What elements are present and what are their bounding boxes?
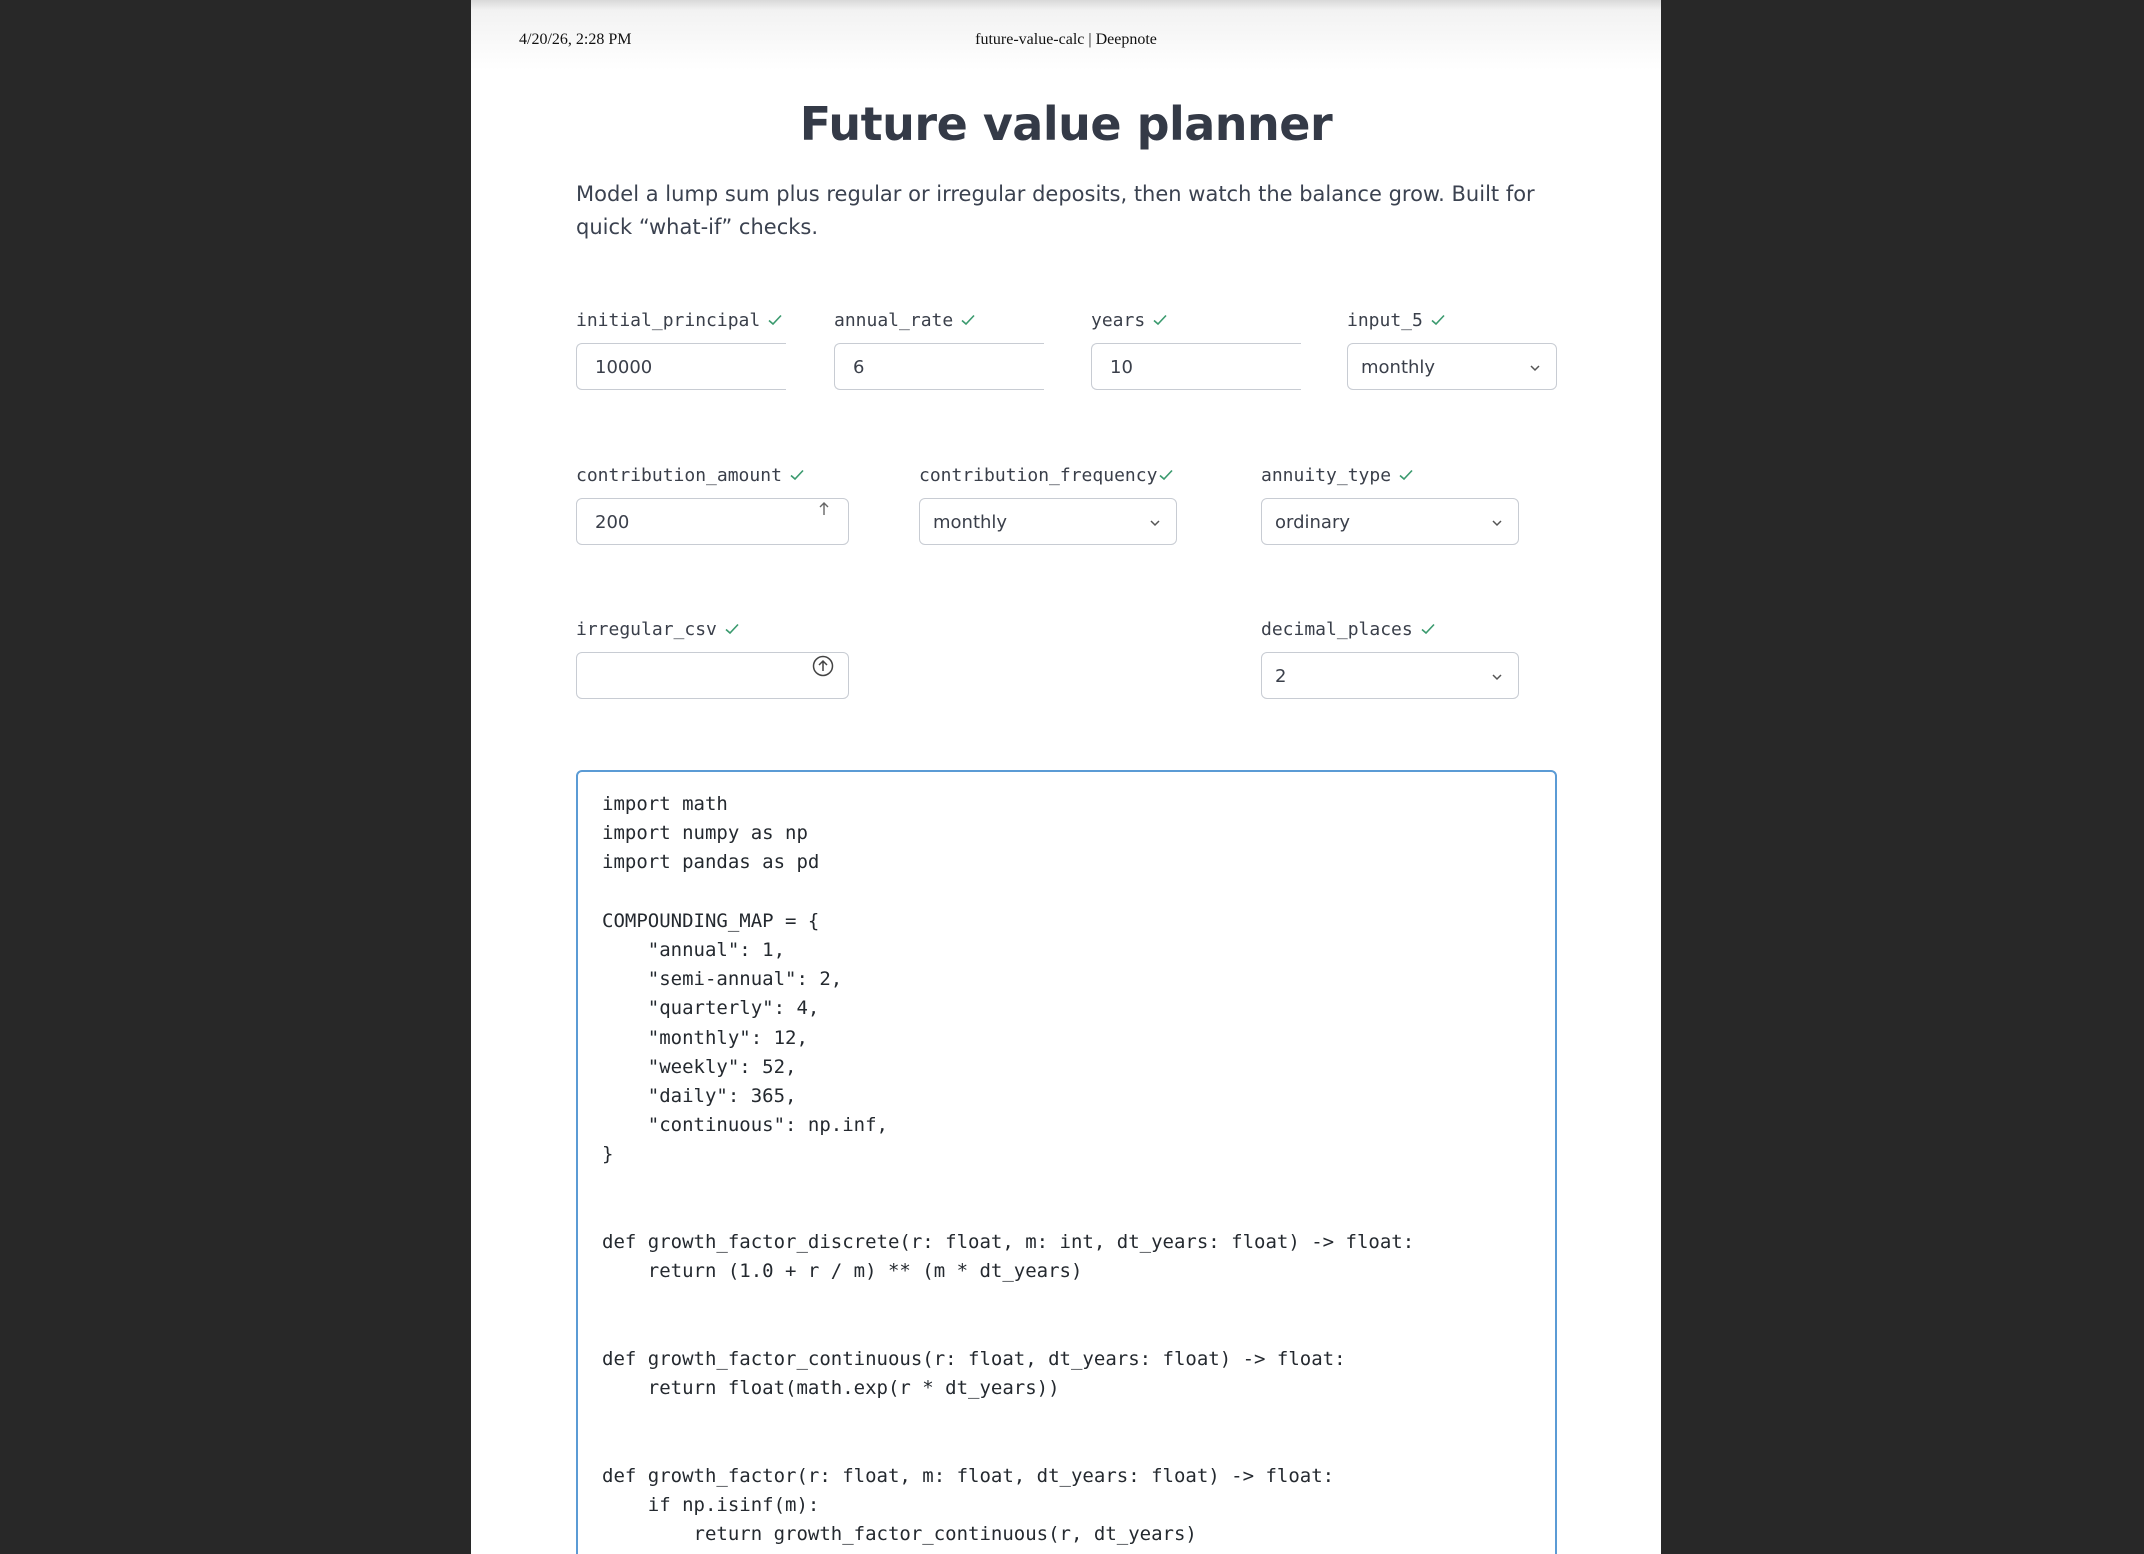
arrow-up-icon[interactable] — [816, 499, 832, 519]
chevron-down-icon — [1530, 365, 1540, 372]
field-label: annuity_type — [1261, 464, 1392, 486]
check-icon — [790, 469, 804, 481]
annuity-type-select[interactable]: ordinary — [1261, 498, 1519, 545]
check-icon — [1153, 314, 1167, 326]
field-label: contribution_amount — [576, 464, 782, 486]
notebook-title: Future value planner — [799, 97, 1333, 151]
field-label: decimal_places — [1261, 618, 1413, 640]
field-label: annual_rate — [834, 309, 954, 331]
input-5-select[interactable]: monthly — [1347, 343, 1557, 390]
notebook-description: Model a lump sum plus regular or irregul… — [576, 182, 1535, 239]
check-icon — [725, 623, 739, 635]
field-label: contribution_frequency — [919, 464, 1158, 486]
years-input[interactable]: 10 — [1091, 343, 1301, 390]
decimal-places-select[interactable]: 2 — [1261, 652, 1519, 699]
irregular-csv-upload[interactable] — [576, 652, 849, 699]
initial-principal-input[interactable]: 10000 — [576, 343, 786, 390]
chevron-down-icon — [1150, 520, 1160, 527]
code-cell[interactable]: import math import numpy as np import pa… — [576, 770, 1557, 1554]
code-editor[interactable]: import math import numpy as np import pa… — [602, 790, 1414, 1549]
field-label: initial_principal — [576, 309, 761, 331]
upload-icon[interactable] — [812, 655, 834, 677]
print-page: 4/20/26, 2:28 PM future-value-calc | Dee… — [471, 0, 1661, 1554]
print-title: future-value-calc | Deepnote — [975, 31, 1157, 48]
check-icon — [1159, 469, 1174, 481]
check-icon — [1421, 623, 1435, 635]
field-label: years — [1091, 309, 1146, 331]
check-icon — [961, 314, 975, 326]
check-icon — [768, 314, 782, 326]
check-icon — [1399, 469, 1413, 481]
field-label: irregular_csv — [576, 618, 717, 640]
annual-rate-input[interactable]: 6 — [834, 343, 1044, 390]
contribution-amount-input[interactable]: 200 — [576, 498, 849, 545]
chevron-down-icon — [1492, 520, 1502, 527]
chevron-down-icon — [1492, 674, 1502, 681]
contribution-frequency-select[interactable]: monthly — [919, 498, 1177, 545]
check-icon — [1431, 314, 1445, 326]
field-label: input_5 — [1347, 309, 1423, 331]
